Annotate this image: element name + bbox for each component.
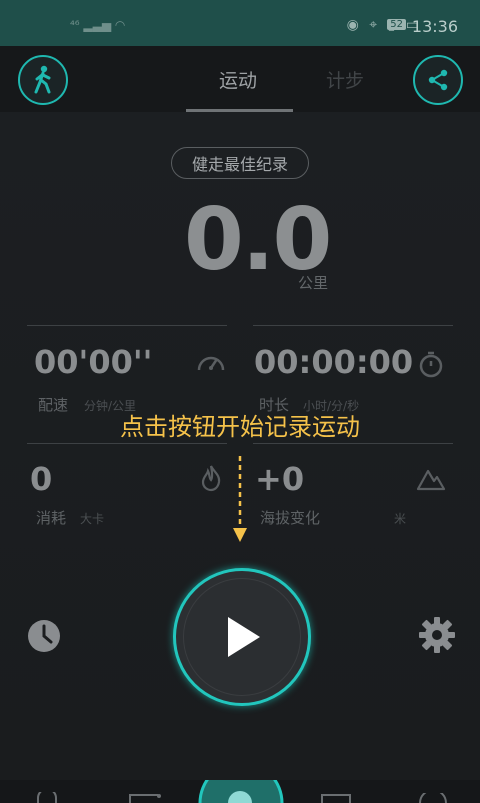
share-icon xyxy=(428,69,448,91)
tab-steps[interactable]: 计步 xyxy=(326,66,364,93)
calories-unit: 大卡 xyxy=(80,512,105,526)
bottom-navigation xyxy=(0,780,480,803)
walker-icon xyxy=(34,65,51,94)
distance-unit: 公里 xyxy=(298,274,329,292)
mountain-icon xyxy=(416,469,446,491)
start-prompt: 点击按钮开始记录运动 xyxy=(120,413,360,441)
settings-gear-button[interactable] xyxy=(418,616,456,654)
history-clock-button[interactable] xyxy=(26,618,62,654)
divider xyxy=(253,325,453,326)
start-button[interactable] xyxy=(173,568,311,706)
nav-record-icon[interactable] xyxy=(128,793,162,803)
elevation-label: 海拔变化 xyxy=(260,509,321,527)
play-icon xyxy=(228,617,260,657)
tab-sport[interactable]: 运动 xyxy=(219,66,257,93)
best-record-button[interactable]: 健走最佳纪录 xyxy=(171,147,309,179)
speedometer-icon xyxy=(197,356,225,371)
nav-discover-icon[interactable] xyxy=(320,793,352,803)
duration-value: 00:00:00 xyxy=(254,343,414,381)
dashed-arrow-icon xyxy=(233,456,247,542)
status-time: 13:36 xyxy=(411,17,458,36)
status-icons: ◉ ⌖ ▯ ▭ xyxy=(346,17,422,33)
flame-icon xyxy=(201,465,221,492)
nav-center-button[interactable] xyxy=(196,780,286,803)
elevation-unit: 米 xyxy=(394,512,407,526)
top-bar: 运动 计步 xyxy=(0,46,480,113)
divider xyxy=(27,325,227,326)
walk-mode-button[interactable] xyxy=(18,55,68,105)
divider xyxy=(27,443,227,444)
battery-indicator: 52 xyxy=(387,19,406,30)
nav-profile-icon[interactable] xyxy=(418,793,448,803)
calories-value: 0 xyxy=(30,460,53,498)
elevation-value: +0 xyxy=(255,460,305,498)
start-button-inner xyxy=(183,578,301,696)
pace-value: 00'00'' xyxy=(34,343,153,381)
status-bar: ⁴⁶ ▂▃▅ ◠ ◉ ⌖ ▯ ▭ 52 13:36 xyxy=(0,0,480,46)
stopwatch-icon xyxy=(419,351,443,378)
calories-label: 消耗 xyxy=(36,509,67,527)
share-button[interactable] xyxy=(413,55,463,105)
nav-home-icon[interactable] xyxy=(36,792,58,803)
divider xyxy=(253,443,453,444)
signal-wifi-icons: ⁴⁶ ▂▃▅ ◠ xyxy=(70,18,126,32)
